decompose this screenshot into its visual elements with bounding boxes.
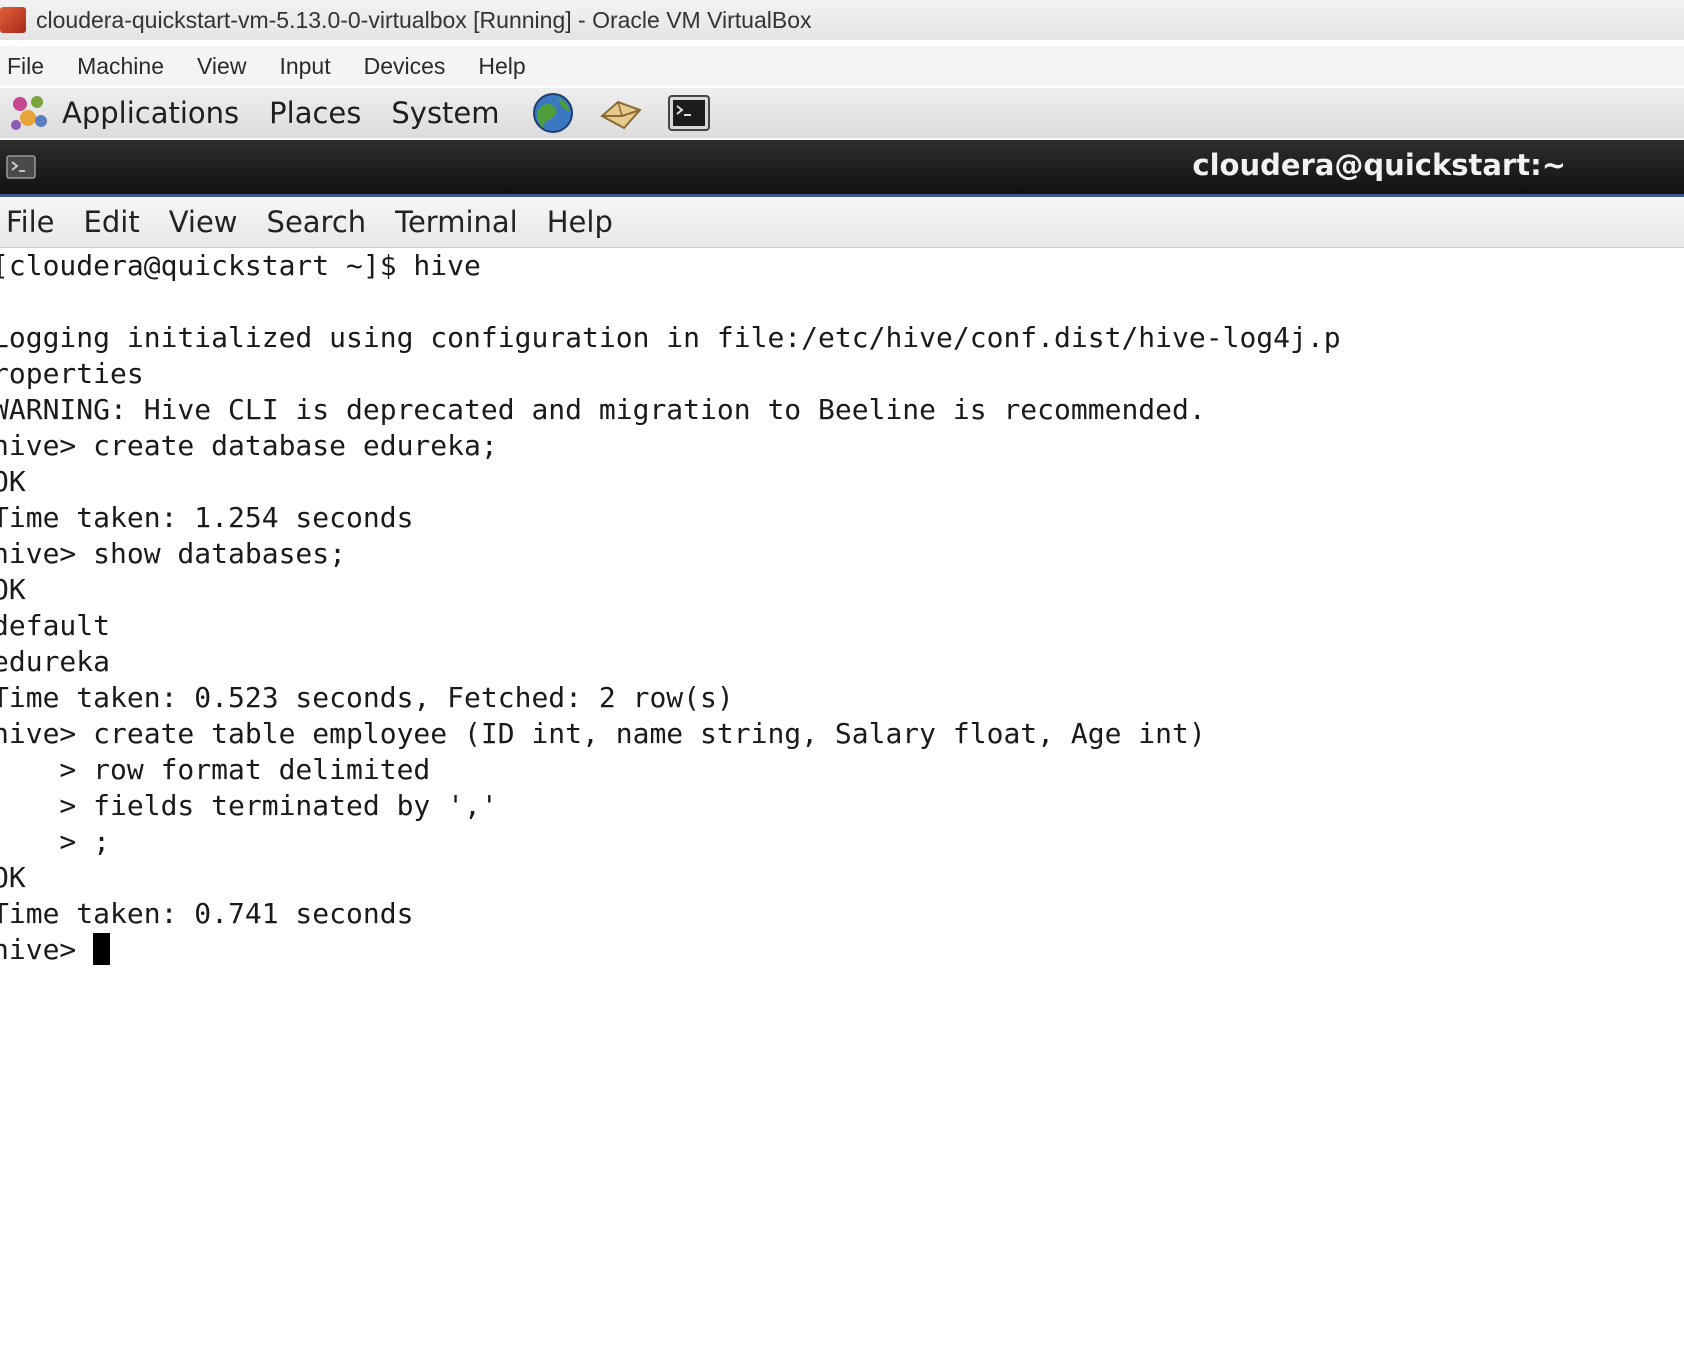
- terminal-menu-edit[interactable]: Edit: [84, 205, 140, 239]
- terminal-launcher-icon[interactable]: [666, 90, 712, 136]
- terminal-line: hive> show databases;: [0, 537, 347, 570]
- terminal-line: OK: [0, 861, 26, 894]
- vbox-menu-input[interactable]: Input: [279, 53, 330, 80]
- panel-system[interactable]: System: [391, 96, 499, 130]
- vbox-menu-view[interactable]: View: [197, 53, 246, 80]
- gnome-top-panel: Applications Places System: [0, 88, 1684, 138]
- vbox-menu-devices[interactable]: Devices: [364, 53, 446, 80]
- terminal-line: hive> create table employee (ID int, nam…: [0, 717, 1206, 750]
- terminal-menu-view[interactable]: View: [169, 205, 238, 239]
- terminal-menu-terminal[interactable]: Terminal: [395, 205, 518, 239]
- virtualbox-app-icon: [0, 7, 26, 33]
- vbox-menu-file[interactable]: File: [7, 53, 44, 80]
- terminal-output[interactable]: [cloudera@quickstart ~]$ hive Logging in…: [0, 248, 1684, 1366]
- terminal-line: > row format delimited: [0, 753, 431, 786]
- terminal-line: OK: [0, 573, 26, 606]
- terminal-line: Logging initialized using configuration …: [0, 321, 1341, 354]
- terminal-prompt-line[interactable]: hive>: [0, 932, 1684, 968]
- vbox-menu-machine[interactable]: Machine: [77, 53, 164, 80]
- vbox-menu-help[interactable]: Help: [478, 53, 525, 80]
- terminal-line: OK: [0, 465, 26, 498]
- hive-prompt: hive>: [0, 933, 94, 966]
- terminal-line: default: [0, 609, 111, 642]
- window-title: cloudera-quickstart-vm-5.13.0-0-virtualb…: [36, 6, 812, 33]
- panel-applications[interactable]: Applications: [62, 96, 239, 130]
- terminal-menu-file[interactable]: File: [6, 205, 55, 239]
- text-cursor: [93, 933, 111, 965]
- panel-places[interactable]: Places: [269, 96, 361, 130]
- terminal-title-bar: cloudera@quickstart:~: [0, 140, 1684, 197]
- terminal-title: cloudera@quickstart:~: [1192, 148, 1566, 182]
- web-browser-icon[interactable]: [530, 90, 576, 136]
- terminal-line: hive> create database edureka;: [0, 429, 498, 462]
- terminal-line: > ;: [0, 825, 111, 858]
- screen: cloudera-quickstart-vm-5.13.0-0-virtualb…: [0, 0, 1684, 1366]
- virtualbox-title-bar: cloudera-quickstart-vm-5.13.0-0-virtualb…: [0, 0, 1684, 40]
- terminal-line: edureka: [0, 645, 111, 678]
- terminal-line: WARNING: Hive CLI is deprecated and migr…: [0, 393, 1206, 426]
- terminal-line: Time taken: 0.741 seconds: [0, 897, 414, 930]
- terminal-menu-search[interactable]: Search: [267, 205, 367, 239]
- virtualbox-menu-bar: File Machine View Input Devices Help: [0, 46, 1684, 86]
- mail-icon[interactable]: [598, 90, 644, 136]
- terminal-line: roperties: [0, 357, 144, 390]
- terminal-line: Time taken: 0.523 seconds, Fetched: 2 ro…: [0, 681, 734, 714]
- terminal-menu-bar: File Edit View Search Terminal Help: [0, 197, 1684, 248]
- terminal-line: Time taken: 1.254 seconds: [0, 501, 414, 534]
- terminal-line: > fields terminated by ',': [0, 789, 498, 822]
- terminal-menu-help[interactable]: Help: [547, 205, 613, 239]
- terminal-line: [cloudera@quickstart ~]$ hive: [0, 249, 481, 282]
- applications-menu-icon[interactable]: [6, 90, 52, 136]
- terminal-window-icon[interactable]: [6, 154, 36, 180]
